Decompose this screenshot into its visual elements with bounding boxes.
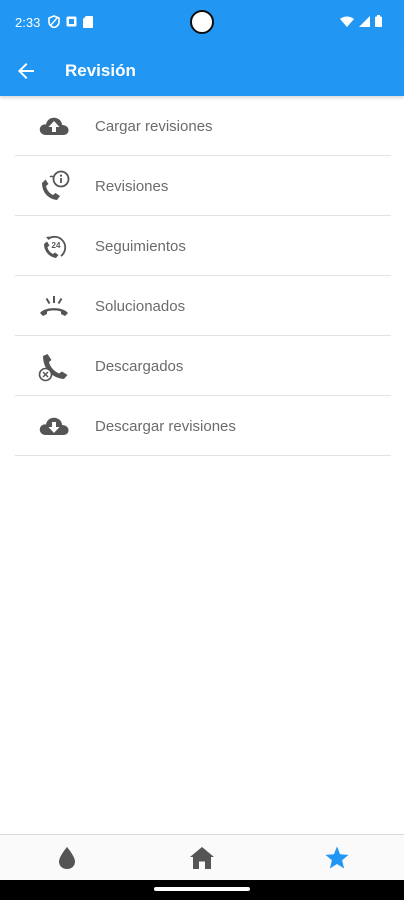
menu-item-solucionados[interactable]: Solucionados <box>15 276 391 336</box>
menu-item-label: Seguimientos <box>95 238 186 255</box>
status-bar: 2:33 <box>0 0 404 46</box>
status-right-icons <box>340 15 382 27</box>
home-icon[interactable] <box>189 846 215 870</box>
status-time: 2:33 <box>15 15 41 30</box>
cloud-upload-icon <box>39 117 69 135</box>
menu-item-cargar-revisiones[interactable]: Cargar revisiones <box>15 96 391 156</box>
status-left-icons <box>48 15 93 28</box>
sim-card-icon <box>83 15 93 28</box>
menu-item-descargar-revisiones[interactable]: Descargar revisiones <box>15 396 391 456</box>
phone-info-icon <box>42 170 70 200</box>
battery-icon <box>375 15 382 27</box>
menu-item-label: Descargar revisiones <box>95 418 236 435</box>
phone-cancel-icon <box>38 354 68 382</box>
app-bar: Revisión <box>0 46 404 96</box>
cloud-download-icon <box>39 417 69 435</box>
menu-item-seguimientos[interactable]: 24 Seguimientos <box>15 216 391 276</box>
camera-cutout <box>190 10 214 34</box>
page-title: Revisión <box>65 61 136 80</box>
phone-24h-icon: 24 <box>44 235 67 258</box>
bottom-navigation <box>0 834 404 881</box>
phone-hangup-icon <box>40 296 68 316</box>
menu-item-descargados[interactable]: Descargados <box>15 336 391 396</box>
water-drop-icon[interactable] <box>54 846 80 870</box>
wifi-icon <box>340 16 354 27</box>
back-arrow-icon[interactable] <box>14 59 38 83</box>
menu-item-revisiones[interactable]: Revisiones <box>15 156 391 216</box>
menu-item-label: Cargar revisiones <box>95 118 213 135</box>
notification-square-icon <box>66 16 77 27</box>
svg-text:24: 24 <box>52 241 61 250</box>
menu-item-label: Descargados <box>95 358 184 375</box>
system-gesture-bar <box>0 880 404 900</box>
vpn-shield-icon <box>48 15 60 28</box>
star-icon[interactable] <box>324 846 350 870</box>
revision-menu-list: Cargar revisiones Revisiones 24 Seguimie… <box>15 96 391 456</box>
home-gesture-handle[interactable] <box>154 887 250 891</box>
menu-item-label: Solucionados <box>95 298 186 315</box>
menu-item-label: Revisiones <box>95 178 169 195</box>
signal-icon <box>359 15 370 27</box>
